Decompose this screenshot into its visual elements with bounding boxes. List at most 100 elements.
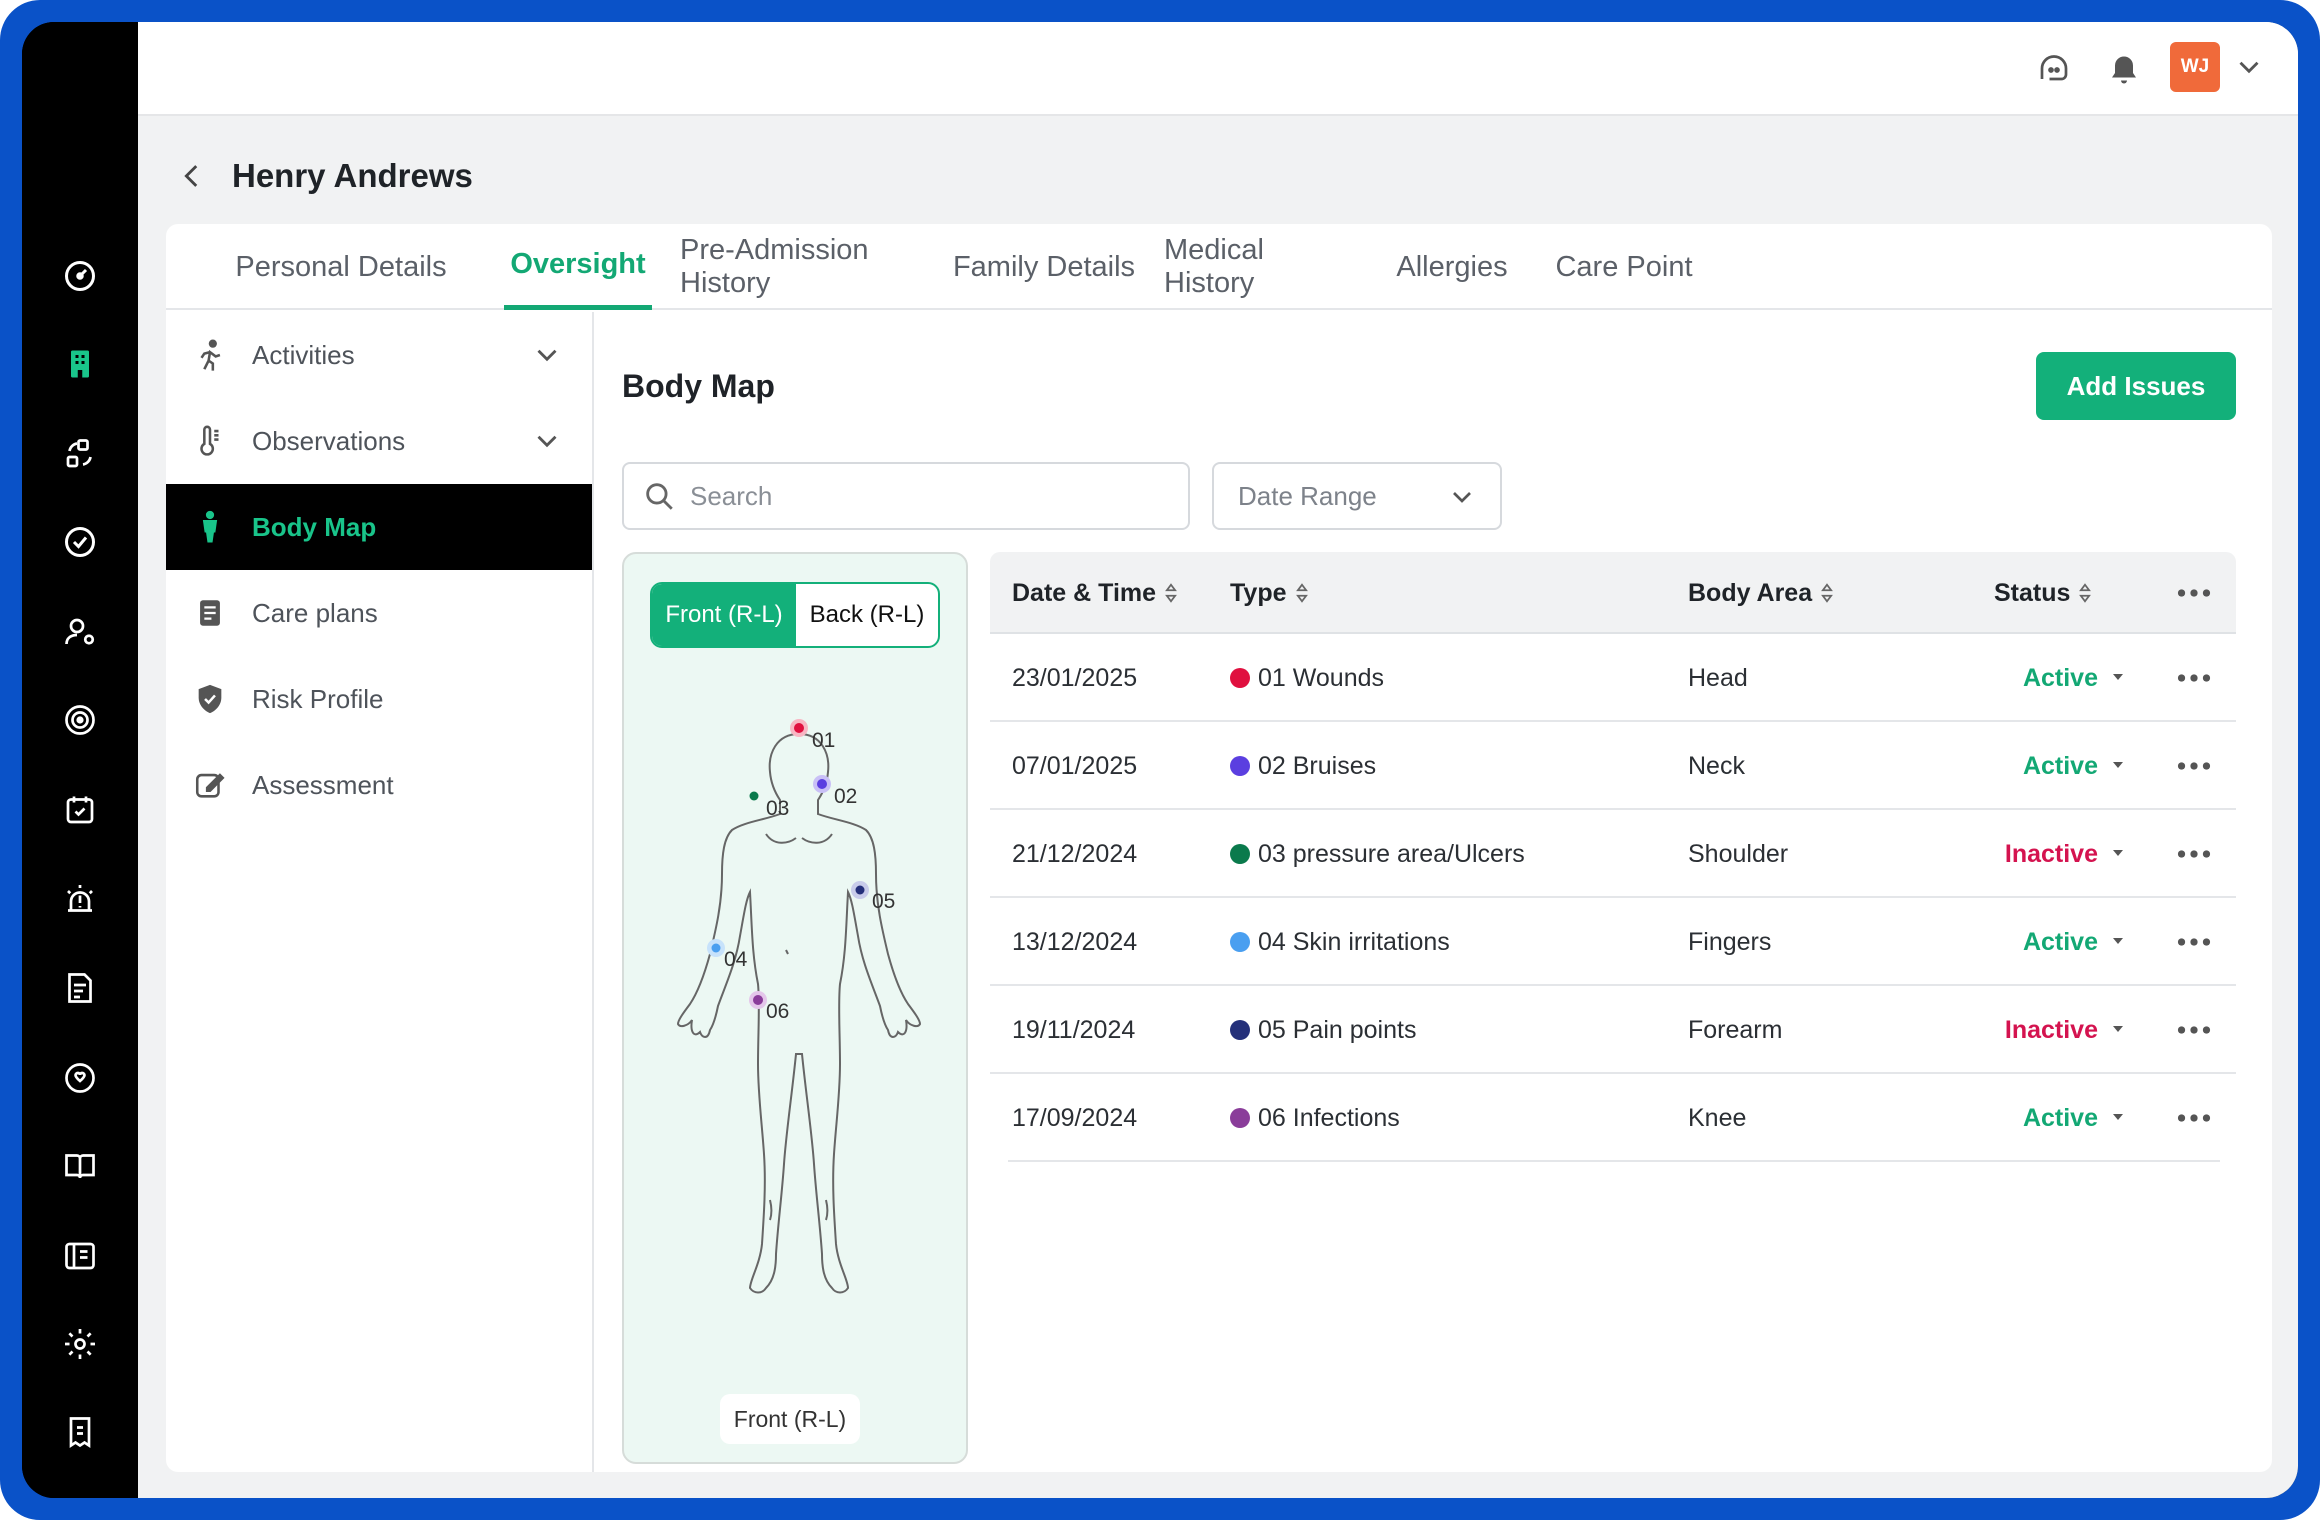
row-more-options-icon[interactable] <box>2174 1104 2214 1132</box>
column-header-label: Type <box>1230 578 1287 607</box>
row-more-options-icon[interactable] <box>2174 840 2214 868</box>
date-cell: 07/01/2025 <box>1012 751 1138 780</box>
date-cell: 23/01/2025 <box>1012 663 1138 692</box>
table-row[interactable]: 19/11/2024 05 Pain points Forearm Inactive <box>990 986 2236 1074</box>
chevron-down-icon[interactable] <box>2232 50 2266 84</box>
user-settings-icon[interactable] <box>58 610 102 654</box>
tab-personal-details[interactable]: Personal Details <box>206 224 476 310</box>
status-dropdown[interactable]: Active <box>1990 898 2098 986</box>
caret-down-icon[interactable] <box>2112 672 2124 682</box>
hand-heart-icon[interactable] <box>58 1056 102 1100</box>
status-dropdown[interactable]: Active <box>1990 722 2098 810</box>
bell-icon[interactable] <box>2102 48 2146 92</box>
marker-04[interactable] <box>707 939 725 957</box>
table-row[interactable]: 13/12/2024 04 Skin irritations Fingers Acti… <box>990 898 2236 986</box>
caret-down-icon[interactable] <box>2112 1112 2124 1122</box>
sidebar-item-body-map[interactable]: Body Map <box>166 484 592 570</box>
add-issues-button[interactable]: Add Issues <box>2036 352 2236 420</box>
target-settings-icon[interactable] <box>58 698 102 742</box>
dashboard-gauge-icon[interactable] <box>58 254 102 298</box>
board-icon[interactable] <box>58 1234 102 1278</box>
tab-allergies[interactable]: Allergies <box>1388 224 1516 310</box>
column-header-type[interactable]: Type <box>1230 552 1309 634</box>
marker-05[interactable] <box>851 881 869 899</box>
calendar-check-icon[interactable] <box>58 788 102 832</box>
date-range-label: Date Range <box>1238 480 1377 511</box>
avatar[interactable]: WJ <box>2170 42 2220 92</box>
thermometer-icon <box>190 421 230 461</box>
main-screen: WJ Henry Andrews Personal Details Oversi… <box>138 22 2298 1498</box>
sidebar-item-label: Observations <box>252 425 406 456</box>
marker-06[interactable] <box>749 991 767 1009</box>
sidebar-item-assessment[interactable]: Assessment <box>166 742 592 828</box>
sidebar-item-label: Assessment <box>252 769 394 800</box>
marker-label: 06 <box>766 1000 790 1023</box>
date-range-select[interactable]: Date Range <box>1212 462 1502 530</box>
table-row[interactable]: 23/01/2025 01 Wounds Head Active <box>990 634 2236 722</box>
status-badge: Inactive <box>2004 1015 2098 1044</box>
sidebar-item-care-plans[interactable]: Care plans <box>166 570 592 656</box>
ellipsis-icon <box>2177 1026 2211 1034</box>
tab-oversight[interactable]: Oversight <box>504 224 652 310</box>
body-outline-figure[interactable] <box>654 714 944 1314</box>
alarm-icon[interactable] <box>58 878 102 922</box>
type-cell: 03 pressure area/Ulcers <box>1230 810 1525 898</box>
type-color-dot <box>1230 1108 1250 1128</box>
open-book-icon[interactable] <box>58 1144 102 1188</box>
status-dropdown[interactable]: Inactive <box>1990 810 2098 898</box>
type-label: 01 Wounds <box>1258 663 1385 692</box>
row-more-options-icon[interactable] <box>2174 752 2214 780</box>
row-more-options-icon[interactable] <box>2174 1016 2214 1044</box>
column-header-area[interactable]: Body Area <box>1688 552 1834 634</box>
table-header: Date & Time Type Body Area Status <box>990 552 2236 634</box>
column-header-status[interactable]: Status <box>1994 552 2092 634</box>
sidebar-item-risk-profile[interactable]: Risk Profile <box>166 656 592 742</box>
marker-03[interactable] <box>749 791 759 801</box>
marker-02[interactable] <box>813 775 831 793</box>
tab-family-details[interactable]: Family Details <box>952 224 1136 310</box>
invoice-icon[interactable] <box>58 1410 102 1454</box>
building-icon[interactable] <box>58 342 102 386</box>
search-input[interactable] <box>690 480 1170 512</box>
caret-down-icon[interactable] <box>2112 848 2124 858</box>
chat-icon[interactable] <box>2032 48 2076 92</box>
view-toggle: Front (R-L) Back (R-L) <box>650 582 940 648</box>
check-circle-icon[interactable] <box>58 520 102 564</box>
header-more-options-icon[interactable] <box>2174 579 2214 607</box>
type-color-dot <box>1230 1020 1250 1040</box>
document-edit-icon[interactable] <box>58 966 102 1010</box>
body-map-panel: Front (R-L) Back (R-L) 01 02 03 04 05 06… <box>622 552 968 1464</box>
status-badge: Active <box>2022 751 2098 780</box>
ellipsis-icon <box>2177 674 2211 682</box>
caret-down-icon[interactable] <box>2112 760 2124 770</box>
body-area-cell: Head <box>1688 663 1748 692</box>
marker-01[interactable] <box>790 719 808 737</box>
body-area-cell: Fingers <box>1688 927 1772 956</box>
caret-down-icon[interactable] <box>2112 1024 2124 1034</box>
status-dropdown[interactable]: Active <box>1990 1074 2098 1162</box>
row-more-options-icon[interactable] <box>2174 664 2214 692</box>
date-cell: 19/11/2024 <box>1012 1015 1136 1044</box>
tab-pre-admission-history[interactable]: Pre-Admission History <box>680 224 924 310</box>
sidebar-item-observations[interactable]: Observations <box>166 398 592 484</box>
sidebar-item-label: Body Map <box>252 511 377 542</box>
tab-medical-history[interactable]: Medical History <box>1164 224 1360 310</box>
type-label: 05 Pain points <box>1258 1015 1417 1044</box>
back-button[interactable] <box>174 158 210 194</box>
table-row[interactable]: 21/12/2024 03 pressure area/Ulcers Shoulde… <box>990 810 2236 898</box>
gear-icon[interactable] <box>58 1322 102 1366</box>
tab-care-point[interactable]: Care Point <box>1544 224 1704 310</box>
front-view-toggle[interactable]: Front (R-L) <box>652 584 796 646</box>
sidebar-item-activities[interactable]: Activities <box>166 312 592 398</box>
body-map-content: Body Map Add Issues Date Range Front (R-… <box>594 312 2272 1472</box>
table-row[interactable]: 17/09/2024 06 Infections Knee Active <box>1008 1074 2220 1162</box>
column-header-date[interactable]: Date & Time <box>1012 552 1178 634</box>
row-more-options-icon[interactable] <box>2174 928 2214 956</box>
transfer-people-icon[interactable] <box>58 432 102 476</box>
back-view-toggle[interactable]: Back (R-L) <box>796 584 938 646</box>
ellipsis-icon <box>2177 850 2211 858</box>
status-dropdown[interactable]: Active <box>1990 634 2098 722</box>
status-dropdown[interactable]: Inactive <box>1990 986 2098 1074</box>
table-row[interactable]: 07/01/2025 02 Bruises Neck Active <box>990 722 2236 810</box>
caret-down-icon[interactable] <box>2112 936 2124 946</box>
